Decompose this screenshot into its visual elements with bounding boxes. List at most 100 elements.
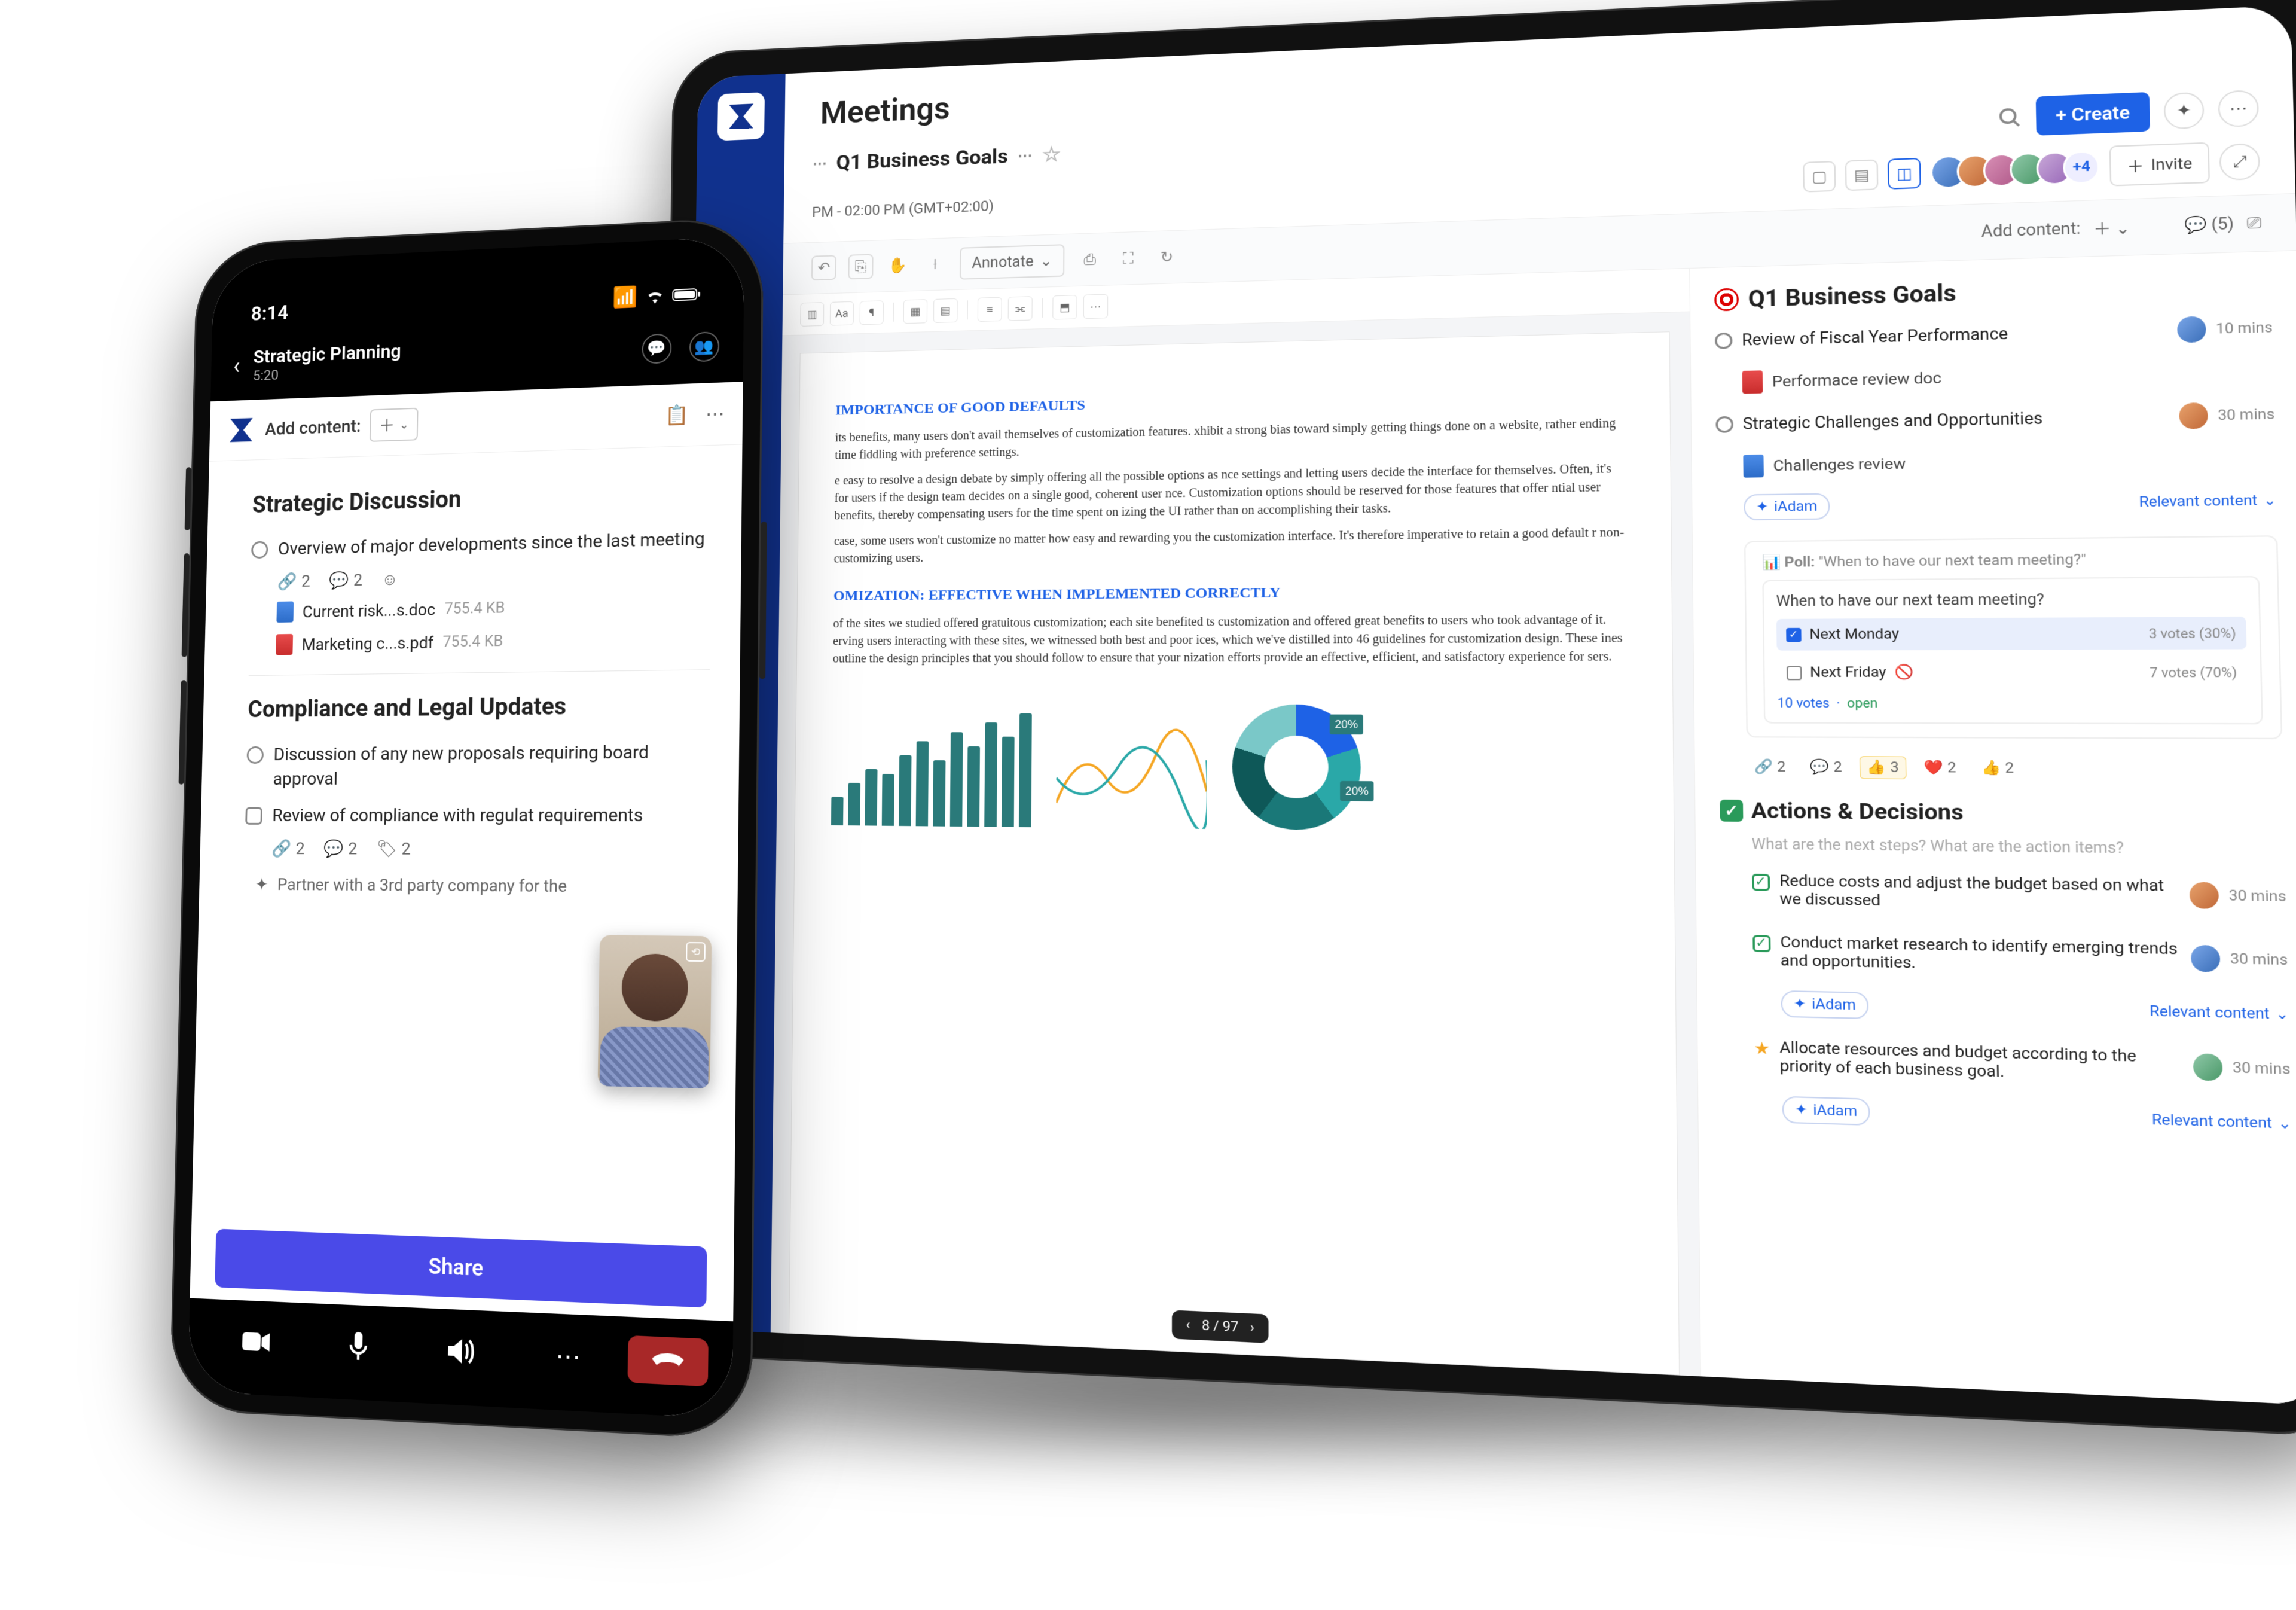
star-icon[interactable]: ☆ <box>1042 142 1061 166</box>
back-icon[interactable]: ‹ <box>233 352 240 379</box>
checkbox-icon[interactable] <box>1752 874 1770 891</box>
crop-icon[interactable]: ⟊ <box>922 251 948 277</box>
link-reaction[interactable]: 🔗 2 <box>1747 756 1793 779</box>
hand-icon[interactable]: ✋ <box>885 252 910 278</box>
notes-icon[interactable]: 📋 <box>665 403 689 426</box>
more-icon[interactable]: ⋯ <box>1018 147 1033 164</box>
checkbox-icon[interactable] <box>1752 935 1770 952</box>
prev-page-icon[interactable]: ‹ <box>1186 1317 1190 1333</box>
expand-icon[interactable]: ⤢ <box>2219 142 2260 180</box>
more-button[interactable]: ⋯ <box>2218 89 2259 127</box>
view-split-icon[interactable]: ◫ <box>1888 157 1921 189</box>
file-attachment[interactable]: Marketing c...s.pdf755.4 KB <box>249 621 710 661</box>
comment-count[interactable]: 💬 2 <box>323 839 357 859</box>
bar-chart <box>831 692 1032 827</box>
thumbs-reaction[interactable]: 👍 3 <box>1859 756 1907 779</box>
relevant-content-link[interactable]: Relevant content⌄ <box>2139 492 2277 510</box>
radio-icon[interactable] <box>251 541 268 559</box>
invite-button[interactable]: ＋Invite <box>2109 142 2210 187</box>
agenda-item[interactable]: Review of compliance with regulat requir… <box>245 797 709 834</box>
reactions-bar: 🔗 2 💬 2 👍 3 ❤️ 2 👍 2 <box>1747 756 2283 782</box>
comment-count[interactable]: 💬 2 <box>329 570 362 590</box>
undo-icon[interactable]: ↶ <box>811 255 836 280</box>
fmt-icon[interactable]: ▤ <box>933 298 958 323</box>
ai-suggestion[interactable]: ✦iAdam Relevant content⌄ <box>1723 1092 2292 1141</box>
like-reaction[interactable]: 👍 2 <box>1974 757 2022 780</box>
comment-reaction[interactable]: 💬 2 <box>1803 756 1850 779</box>
attachment-item[interactable]: Performace review doc <box>1715 356 2274 397</box>
chat-icon[interactable]: 💬 <box>642 333 671 364</box>
print-icon[interactable]: ⎙ <box>1077 246 1103 273</box>
emoji-icon[interactable]: ☺ <box>381 569 398 589</box>
fmt-icon[interactable]: ⫘ <box>1008 296 1033 321</box>
video-pip[interactable]: ⟲ <box>598 935 712 1088</box>
cellular-icon: 📶 <box>613 285 638 310</box>
avatar-overflow[interactable]: +4 <box>2063 150 2100 184</box>
radio-icon[interactable] <box>246 746 264 764</box>
heart-reaction[interactable]: ❤️ 2 <box>1916 757 1964 780</box>
scroll-icon[interactable]: ⎘ <box>848 254 873 279</box>
participant-avatars[interactable]: +4 <box>1930 150 2100 189</box>
fmt-icon[interactable]: ▦ <box>903 299 928 324</box>
fmt-icon[interactable]: Aa <box>830 301 854 326</box>
fmt-icon[interactable]: ¶ <box>860 300 884 325</box>
mic-icon[interactable] <box>312 1330 404 1364</box>
action-item[interactable]: Conduct market research to identify emer… <box>1721 925 2288 986</box>
rotate-icon[interactable]: ↻ <box>1153 244 1180 270</box>
fmt-icon[interactable]: ≡ <box>978 297 1002 322</box>
doc-icon <box>1743 455 1764 478</box>
settings-icon[interactable]: ⎚ <box>2246 214 2261 233</box>
radio-icon[interactable] <box>1715 416 1733 433</box>
line-chart <box>1056 704 1207 828</box>
tablet-device: Meetings ⋯ Q1 Business Goals ⋯ ☆ + Creat… <box>654 0 2296 1438</box>
more-icon[interactable]: ⋯ <box>521 1338 616 1374</box>
tag-count[interactable]: 🏷 2 <box>377 839 411 859</box>
add-content-plus[interactable]: ＋ ⌄ <box>2093 215 2131 240</box>
fmt-icon[interactable]: ⬒ <box>1052 295 1077 319</box>
donut-slice-label: 20% <box>1340 780 1373 801</box>
app-logo[interactable] <box>718 92 765 141</box>
relevant-content-link[interactable]: Relevant content⌄ <box>2150 1003 2289 1023</box>
partner-suggestion[interactable]: ✦Partner with a 3rd party company for th… <box>243 862 707 902</box>
agenda-item[interactable]: Discussion of any new proposals requirin… <box>246 734 709 798</box>
poll-question: When to have our next team meeting? <box>1776 589 2245 609</box>
action-item[interactable]: Reduce costs and adjust the budget based… <box>1720 864 2286 922</box>
document-page[interactable]: IMPORTANCE OF GOOD DEFAULTS its benefits… <box>789 331 1680 1376</box>
fmt-icon[interactable]: ⋯ <box>1083 294 1108 319</box>
ai-suggestion[interactable]: ✦iAdam Relevant content⌄ <box>1717 484 2277 523</box>
sparkle-button[interactable]: ✦ <box>2163 92 2204 129</box>
hangup-button[interactable] <box>627 1335 708 1386</box>
ai-suggestion[interactable]: ✦iAdam Relevant content⌄ <box>1721 987 2289 1032</box>
link-count[interactable]: 🔗 2 <box>277 571 311 591</box>
fmt-icon[interactable]: ▥ <box>800 302 824 327</box>
action-item[interactable]: ★ Allocate resources and budget accordin… <box>1722 1030 2291 1095</box>
link-count[interactable]: 🔗 2 <box>271 838 305 858</box>
add-content-button[interactable]: ＋⌄ <box>370 408 418 442</box>
relevant-content-link[interactable]: Relevant content⌄ <box>2152 1112 2292 1133</box>
radio-icon[interactable] <box>1715 333 1733 349</box>
page-number: 8 / 97 <box>1202 1318 1238 1335</box>
attachment-item[interactable]: Challenges review <box>1716 443 2276 480</box>
poll-option[interactable]: Next Monday3 votes (30%) <box>1776 617 2246 651</box>
fullscreen-icon[interactable]: ⛶ <box>1115 245 1141 272</box>
page-indicator[interactable]: ‹ 8 / 97 › <box>1172 1310 1269 1343</box>
camera-switch-icon[interactable]: ⟲ <box>686 942 706 962</box>
annotate-dropdown[interactable]: Annotate⌄ <box>960 244 1065 280</box>
agenda-item[interactable]: Strategic Challenges and Opportunities 3… <box>1715 397 2275 441</box>
star-icon: ★ <box>1754 1039 1770 1075</box>
comments-icon[interactable]: 💬 (5) <box>2184 215 2234 235</box>
more-icon[interactable]: ⋯ <box>706 402 725 425</box>
create-button[interactable]: + Create <box>2036 92 2150 136</box>
view-single-icon[interactable]: ▢ <box>1803 160 1836 192</box>
share-button[interactable]: Share <box>215 1229 707 1308</box>
chevron-down-icon: ⌄ <box>2263 492 2277 509</box>
poll-option[interactable]: Next Friday🚫7 votes (70%) <box>1777 656 2248 689</box>
speaker-icon[interactable] <box>416 1337 509 1366</box>
view-doc-icon[interactable]: ▤ <box>1845 159 1879 191</box>
checkbox-icon[interactable] <box>245 807 262 824</box>
people-icon[interactable]: 👥 <box>689 331 720 362</box>
search-icon[interactable] <box>1996 105 2022 129</box>
camera-icon[interactable] <box>211 1330 301 1354</box>
agenda-item[interactable]: Review of Fiscal Year Performance 10 min… <box>1715 310 2273 358</box>
next-page-icon[interactable]: › <box>1250 1320 1254 1336</box>
